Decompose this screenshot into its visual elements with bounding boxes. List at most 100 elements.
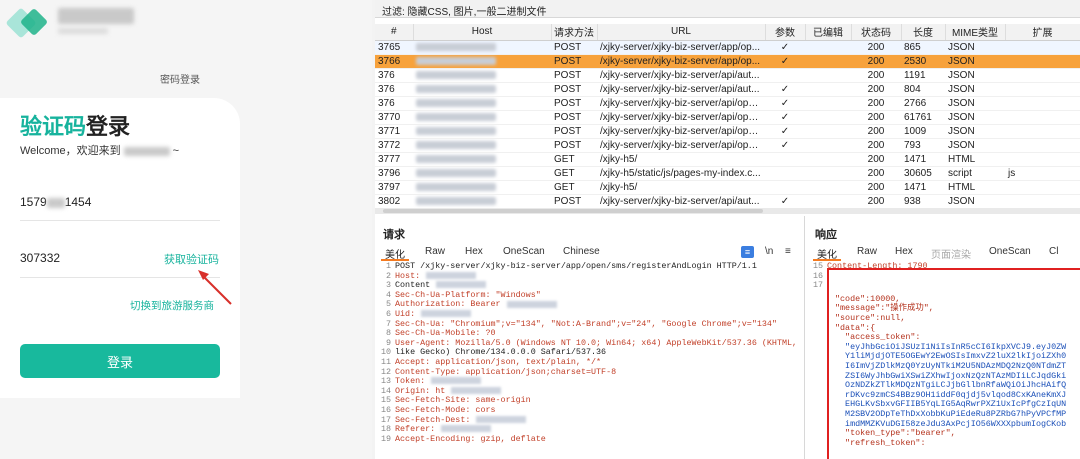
- cell-length: 1471: [901, 180, 945, 195]
- redacted-value: [506, 300, 557, 308]
- http-history-table: # Host 请求方法 URL 参数 已编辑 状态码 长度 MIME类型 扩展 …: [375, 24, 1080, 209]
- tab-onescan[interactable]: OneScan: [989, 246, 1031, 257]
- tab-hex[interactable]: Hex: [895, 246, 913, 257]
- tab-raw[interactable]: Raw: [425, 246, 445, 257]
- cell-id: 3777: [375, 152, 413, 167]
- cell-edited: [805, 40, 851, 55]
- host-redacted: [416, 168, 496, 177]
- cell-length: 30605: [901, 166, 945, 181]
- welcome-suffix: ~: [172, 145, 180, 157]
- phone-prefix: 1579: [20, 195, 47, 209]
- newline-toggle[interactable]: \n: [765, 246, 773, 257]
- request-tabs: 美化 Raw Hex OneScan Chinese ≡ \n ≡: [375, 243, 804, 261]
- highlight-box: [827, 268, 1080, 459]
- tab-raw[interactable]: Raw: [857, 246, 877, 257]
- table-row[interactable]: 376 POST/xjky-server/xjky-biz-server/api/…: [375, 68, 1080, 83]
- phone-underline: [20, 220, 220, 221]
- cell-ext: [1005, 96, 1080, 111]
- cell-param: [765, 152, 805, 167]
- table-row[interactable]: 3796 GET/xjky-h5/static/js/pages-my-index…: [375, 166, 1080, 181]
- cell-method: GET: [551, 180, 597, 195]
- request-line: 12 Content-Type: application/json;charset…: [375, 367, 804, 378]
- cell-id: 376: [375, 68, 413, 83]
- menu-icon[interactable]: ≡: [785, 246, 791, 257]
- table-row[interactable]: 376 POST/xjky-server/xjky-biz-server/api/…: [375, 82, 1080, 97]
- redacted-value: [426, 271, 477, 279]
- code-field[interactable]: 307332: [20, 251, 60, 265]
- host-redacted: [416, 182, 496, 191]
- request-body[interactable]: 1 POST /xjky-server/xjky-biz-server/app/o…: [375, 261, 804, 444]
- request-panel: 请求 美化 Raw Hex OneScan Chinese ≡ \n ≡ 1 PO…: [375, 216, 805, 459]
- request-line: 1 POST /xjky-server/xjky-biz-server/app/o…: [375, 261, 804, 272]
- redacted-value: [441, 425, 492, 433]
- cell-method: POST: [551, 138, 597, 153]
- cell-edited: [805, 194, 851, 209]
- table-row[interactable]: 3771 POST/xjky-server/xjky-biz-server/api…: [375, 124, 1080, 139]
- cell-url: /xjky-server/xjky-biz-server/app/op...: [597, 54, 765, 69]
- col-header[interactable]: 状态码: [851, 24, 902, 41]
- col-header[interactable]: 长度: [901, 24, 946, 41]
- switch-provider-link[interactable]: 切换到旅游服务商: [130, 298, 214, 313]
- request-heading: 请求: [383, 229, 405, 241]
- table-row[interactable]: 3777 GET/xjky-h5/200 1471 HTML: [375, 152, 1080, 167]
- filter-bar[interactable]: 过滤: 隐藏CSS, 图片,一般二进制文件: [375, 0, 1080, 18]
- col-header[interactable]: #: [375, 24, 414, 41]
- tab-chinese[interactable]: Chinese: [563, 246, 600, 257]
- tab-more[interactable]: Cl: [1049, 246, 1058, 257]
- cell-status: 200: [851, 194, 901, 209]
- cell-url: /xjky-server/xjky-biz-server/api/aut...: [597, 82, 765, 97]
- cell-param: ✓: [765, 96, 805, 111]
- cell-mime: JSON: [945, 54, 1005, 69]
- redacted-value: [436, 281, 487, 289]
- cell-edited: [805, 110, 851, 125]
- cell-status: 200: [851, 152, 901, 167]
- redacted-value: [431, 377, 482, 385]
- cell-host: [413, 166, 551, 181]
- col-header[interactable]: MIME类型: [945, 24, 1006, 41]
- table-row[interactable]: 3765 POST/xjky-server/xjky-biz-server/app…: [375, 40, 1080, 55]
- cell-method: POST: [551, 96, 597, 111]
- cell-edited: [805, 180, 851, 195]
- table-row[interactable]: 3772 POST/xjky-server/xjky-biz-server/api…: [375, 138, 1080, 153]
- login-button[interactable]: 登录: [20, 344, 220, 378]
- cell-mime: JSON: [945, 96, 1005, 111]
- col-header[interactable]: 扩展: [1005, 24, 1080, 41]
- col-header[interactable]: 已编辑: [805, 24, 852, 41]
- cell-mime: JSON: [945, 138, 1005, 153]
- phone-suffix: 1454: [64, 195, 92, 209]
- host-redacted: [416, 112, 496, 121]
- table-row[interactable]: 3802 POST/xjky-server/xjky-biz-server/api…: [375, 194, 1080, 209]
- tab-onescan[interactable]: OneScan: [503, 246, 545, 257]
- col-header[interactable]: URL: [597, 24, 766, 41]
- cell-length: 2766: [901, 96, 945, 111]
- table-row[interactable]: 3766 POST/xjky-server/xjky-biz-server/app…: [375, 54, 1080, 69]
- password-login-link[interactable]: 密码登录: [160, 71, 200, 86]
- tab-render[interactable]: 页面渲染: [931, 246, 971, 261]
- cell-host: [413, 180, 551, 195]
- tab-hex[interactable]: Hex: [465, 246, 483, 257]
- line-text: Origin: ht: [395, 385, 446, 396]
- phone-field[interactable]: 1579 1454: [20, 195, 91, 209]
- request-line: 17 Sec-Fetch-Dest:: [375, 415, 804, 426]
- phone-redacted: [46, 197, 65, 208]
- cell-host: [413, 124, 551, 139]
- brand-logo-icon: [5, 6, 50, 39]
- table-row[interactable]: 3770 POST/xjky-server/xjky-biz-server/api…: [375, 110, 1080, 125]
- cell-param: ✓: [765, 40, 805, 55]
- table-scrollbar[interactable]: [375, 208, 1080, 214]
- format-icon[interactable]: ≡: [741, 246, 754, 258]
- col-header[interactable]: 请求方法: [551, 24, 598, 41]
- cell-ext: [1005, 124, 1080, 139]
- cell-method: POST: [551, 82, 597, 97]
- table-row[interactable]: 376 POST/xjky-server/xjky-biz-server/api/…: [375, 96, 1080, 111]
- cell-id: 3765: [375, 40, 413, 55]
- cell-param: [765, 68, 805, 83]
- cell-status: 200: [851, 180, 901, 195]
- cell-id: 3772: [375, 138, 413, 153]
- col-header[interactable]: Host: [413, 24, 552, 41]
- table-row[interactable]: 3797 GET/xjky-h5/200 1471 HTML: [375, 180, 1080, 195]
- cell-url: /xjky-server/xjky-biz-server/api/ope...: [597, 96, 765, 111]
- cell-ext: [1005, 110, 1080, 125]
- host-redacted: [416, 98, 496, 107]
- col-header[interactable]: 参数: [765, 24, 806, 41]
